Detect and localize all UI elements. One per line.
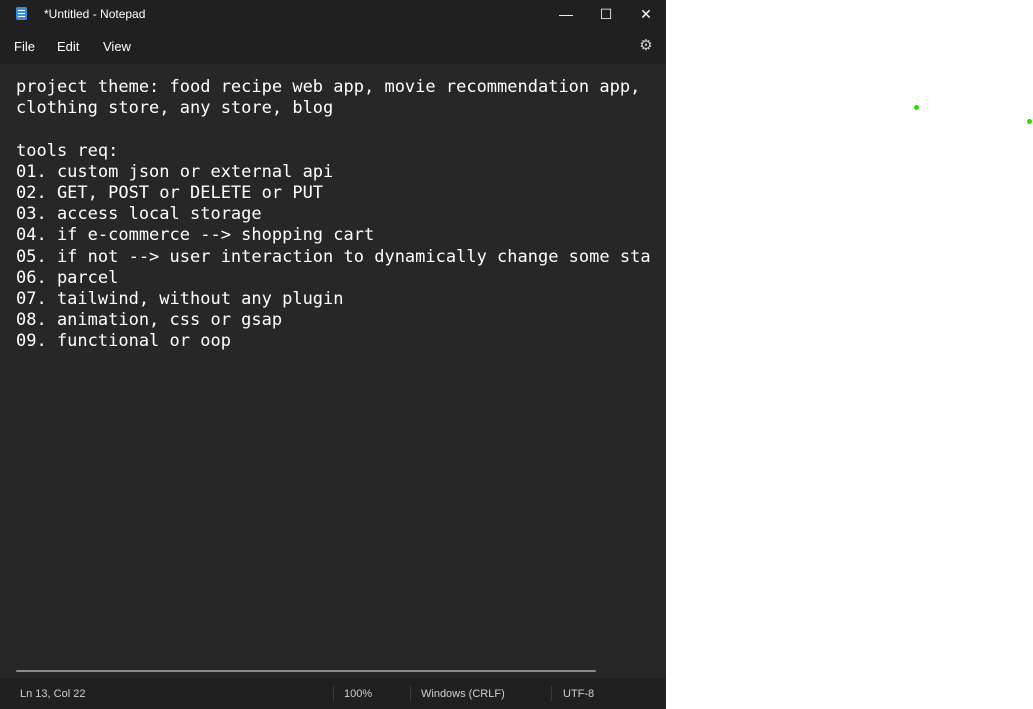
text-line: 08. animation, css or gsap — [16, 310, 283, 331]
text-line: 09. functional or oop — [16, 331, 231, 352]
window-title: *Untitled - Notepad — [44, 7, 146, 21]
text-line: 06. parcel — [16, 267, 119, 288]
status-divider — [410, 686, 411, 701]
green-dot-marker — [1027, 119, 1032, 124]
status-divider — [333, 686, 334, 701]
text-line: clothing store, any store, blog — [16, 98, 334, 119]
text-line: 01. custom json or external api — [16, 161, 334, 182]
status-bar: Ln 13, Col 22 100% Windows (CRLF) UTF-8 — [0, 678, 666, 709]
notepad-window: *Untitled - Notepad — ☐ ✕ File Edit View… — [0, 0, 666, 709]
encoding[interactable]: UTF-8 — [563, 688, 594, 700]
text-line: 02. GET, POST or DELETE or PUT — [16, 183, 324, 204]
green-dot-marker — [914, 105, 919, 110]
text-line: 07. tailwind, without any plugin — [16, 289, 344, 310]
text-line: 04. if e-commerce --> shopping cart — [16, 225, 375, 246]
text-line: 05. if not --> user interaction to dynam… — [16, 246, 651, 267]
menu-view[interactable]: View — [103, 39, 131, 54]
menu-bar: File Edit View ⚙ — [0, 28, 666, 64]
minimize-button[interactable]: — — [546, 0, 586, 28]
close-button[interactable]: ✕ — [626, 0, 666, 28]
zoom-level[interactable]: 100% — [344, 688, 372, 700]
title-bar[interactable]: *Untitled - Notepad — ☐ ✕ — [0, 0, 666, 28]
maximize-button[interactable]: ☐ — [586, 0, 626, 28]
text-line: 03. access local storage — [16, 204, 262, 225]
text-editor[interactable]: project theme: food recipe web app, movi… — [0, 64, 666, 666]
horizontal-scrollbar[interactable] — [16, 670, 596, 672]
notepad-icon — [16, 7, 27, 20]
line-ending[interactable]: Windows (CRLF) — [421, 688, 505, 700]
editor-text[interactable]: project theme: food recipe web app, movi… — [16, 77, 651, 353]
menu-edit[interactable]: Edit — [57, 39, 79, 54]
text-line: project theme: food recipe web app, movi… — [16, 77, 641, 97]
status-divider — [551, 686, 552, 701]
settings-gear-icon[interactable]: ⚙ — [638, 38, 654, 54]
cursor-position: Ln 13, Col 22 — [20, 688, 86, 700]
text-line: tools req: — [16, 140, 119, 161]
menu-file[interactable]: File — [14, 39, 35, 54]
